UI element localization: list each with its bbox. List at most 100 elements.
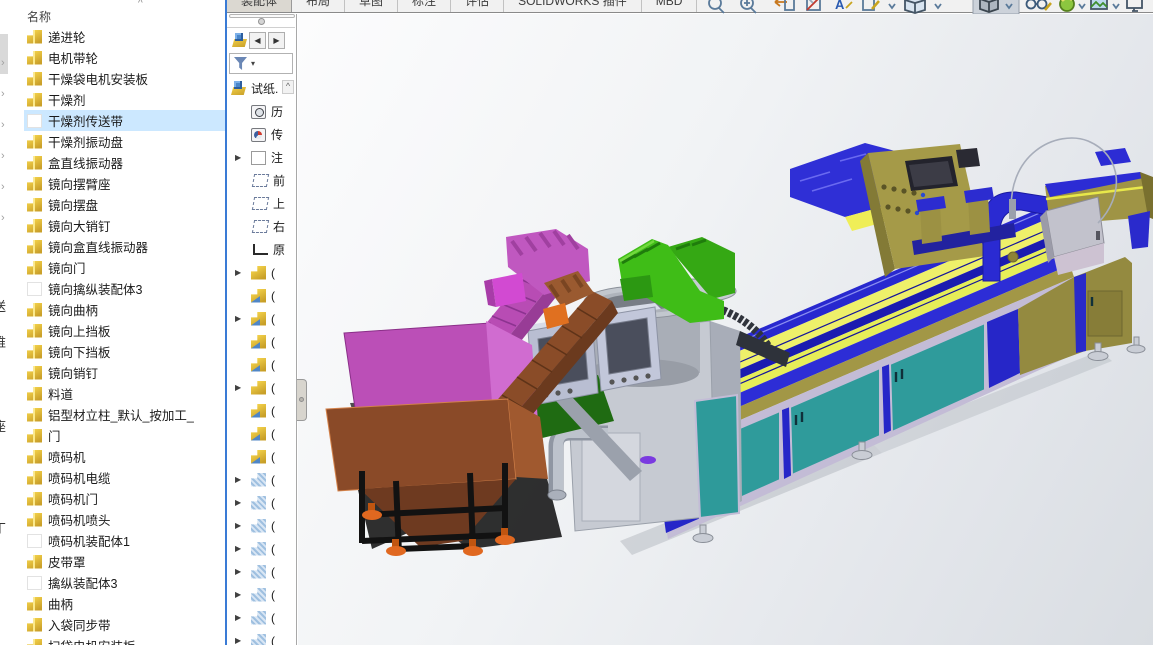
list-item[interactable]: 镜向门 [24, 257, 225, 278]
tree-item[interactable]: ▶ ( [227, 606, 297, 629]
tree-item[interactable]: ▶ ( [227, 583, 297, 606]
commandmanager-tab[interactable]: 评估 [451, 0, 504, 13]
zoom-to-area-icon[interactable] [741, 0, 756, 13]
nav-expand-chevron-icon[interactable]: › [1, 88, 5, 100]
nav-expand-chevron-icon[interactable]: › [1, 181, 5, 193]
list-item[interactable]: 盒直线振动器 [24, 152, 225, 173]
nav-expand-chevron-icon[interactable]: › [1, 119, 5, 131]
tree-item[interactable]: 上 [227, 192, 297, 215]
tree-item[interactable]: ▶ ( [227, 491, 297, 514]
list-item[interactable]: 递进轮 [24, 26, 225, 47]
list-item[interactable]: 干燥剂 [24, 89, 225, 110]
assembly-tab-icon[interactable] [232, 33, 247, 47]
caret-icon[interactable] [1079, 4, 1085, 8]
tree-item[interactable]: ▶ ( [227, 261, 297, 284]
tree-item[interactable]: 历 [227, 100, 297, 123]
expand-arrow-icon[interactable]: ▶ [235, 636, 241, 645]
tree-item[interactable]: ▶ ( [227, 537, 297, 560]
list-item[interactable]: 喷码机喷头 [24, 509, 225, 530]
expand-arrow-icon[interactable]: ▶ [235, 498, 241, 507]
list-item[interactable]: 皮带罩 [24, 551, 225, 572]
commandmanager-tab[interactable]: 装配体 [227, 0, 292, 13]
commandmanager-tab[interactable]: SOLIDWORKS 插件 [504, 0, 642, 13]
list-item[interactable]: 镜向摆臂座 [24, 173, 225, 194]
list-item[interactable]: 扫袋电机安装板 [24, 635, 225, 645]
expand-arrow-icon[interactable]: ▶ [235, 567, 241, 576]
expand-arrow-icon[interactable]: ▶ [235, 544, 241, 553]
commandmanager-tab[interactable]: 布局 [292, 0, 345, 13]
commandmanager-tab[interactable]: 标注 [398, 0, 451, 13]
list-item[interactable]: 喷码机电缆 [24, 467, 225, 488]
view-orientation-cube-icon[interactable] [905, 0, 925, 13]
apply-scene-icon[interactable] [1091, 0, 1107, 9]
commandmanager-tab[interactable]: MBD [642, 0, 698, 13]
list-item[interactable]: 镜向盒直线振动器 [24, 236, 225, 257]
hide-show-items-icon[interactable] [1027, 0, 1052, 10]
list-item[interactable]: 干燥剂振动盘 [24, 131, 225, 152]
commandmanager-tab[interactable]: 草图 [345, 0, 398, 13]
tree-item[interactable]: ( [227, 399, 297, 422]
display-style-icon[interactable] [980, 0, 998, 12]
expand-arrow-icon[interactable]: ▶ [235, 268, 241, 277]
view-settings-icon[interactable] [1127, 0, 1142, 11]
tab-scroll-right-button[interactable]: ▶ [268, 32, 285, 49]
list-item[interactable]: 镜向曲柄 [24, 299, 225, 320]
filter-box[interactable]: ▾ [229, 53, 293, 74]
tree-item[interactable]: ▶ ( [227, 629, 297, 645]
explorer-nav-pane[interactable]: ›››››› 送维座丁 [0, 0, 24, 645]
zoom-to-fit-icon[interactable] [709, 0, 724, 13]
tree-item[interactable]: ▶ ( [227, 468, 297, 491]
tree-item[interactable]: ( [227, 445, 297, 468]
tree-item[interactable]: ▶ ( [227, 376, 297, 399]
splitter-grip-icon[interactable] [258, 18, 265, 25]
caret-icon[interactable] [889, 4, 895, 8]
panel-splitter-tab[interactable] [297, 379, 307, 421]
nav-expand-chevron-icon[interactable]: › [1, 57, 5, 69]
caret-icon[interactable] [935, 4, 941, 8]
list-item[interactable]: 镜向摆盘 [24, 194, 225, 215]
tree-item[interactable]: ▶ 注 [227, 146, 297, 169]
expand-arrow-icon[interactable]: ▶ [235, 153, 241, 162]
list-item[interactable]: 料道 [24, 383, 225, 404]
previous-view-icon[interactable] [775, 0, 794, 10]
tree-item[interactable]: ▶ ( [227, 307, 297, 330]
tree-item[interactable]: ▶ ( [227, 560, 297, 583]
annotation-view-icon[interactable]: A [835, 0, 852, 12]
tree-item[interactable]: ( [227, 422, 297, 445]
list-item[interactable]: 镜向上挡板 [24, 320, 225, 341]
edit-appearance-icon[interactable] [1060, 0, 1074, 11]
section-view-icon[interactable] [807, 0, 820, 10]
list-item[interactable]: 喷码机 [24, 446, 225, 467]
list-item[interactable]: 镜向大销钉 [24, 215, 225, 236]
list-item[interactable]: 入袋同步带 [24, 614, 225, 635]
expand-arrow-icon[interactable]: ▶ [235, 613, 241, 622]
list-item[interactable]: 喷码机门 [24, 488, 225, 509]
list-item[interactable]: 镜向擒纵装配体3 [24, 278, 225, 299]
expand-arrow-icon[interactable]: ▶ [235, 590, 241, 599]
expand-arrow-icon[interactable]: ▶ [235, 383, 241, 392]
list-item[interactable]: 干燥袋电机安装板 [24, 68, 225, 89]
expand-arrow-icon[interactable]: ▶ [235, 314, 241, 323]
list-item[interactable]: 铝型材立柱_默认_按加工_ [24, 404, 225, 425]
tree-root-assembly[interactable]: 试纸. [227, 76, 297, 100]
appearance-icon[interactable] [863, 0, 879, 10]
tree-item[interactable]: ( [227, 330, 297, 353]
tree-item[interactable]: ▶ ( [227, 514, 297, 537]
column-header-name[interactable]: 名称 [27, 8, 51, 25]
list-item[interactable]: 门 [24, 425, 225, 446]
nav-expand-chevron-icon[interactable]: › [1, 150, 5, 162]
tree-item[interactable]: ( [227, 353, 297, 376]
list-item[interactable]: 电机带轮 [24, 47, 225, 68]
list-item[interactable]: 镜向销钉 [24, 362, 225, 383]
tree-item[interactable]: ( [227, 284, 297, 307]
nav-expand-chevron-icon[interactable]: › [1, 212, 5, 224]
list-item[interactable]: 干燥剂传送带 [24, 110, 225, 131]
list-item[interactable]: 曲柄 [24, 593, 225, 614]
graphics-viewport[interactable] [298, 14, 1153, 645]
list-item[interactable]: 镜向下挡板 [24, 341, 225, 362]
tree-item[interactable]: 右 [227, 215, 297, 238]
tab-scroll-left-button[interactable]: ◀ [249, 32, 266, 49]
list-item[interactable]: 喷码机装配体1 [24, 530, 225, 551]
tree-item[interactable]: 传 [227, 123, 297, 146]
list-item[interactable]: 擒纵装配体3 [24, 572, 225, 593]
